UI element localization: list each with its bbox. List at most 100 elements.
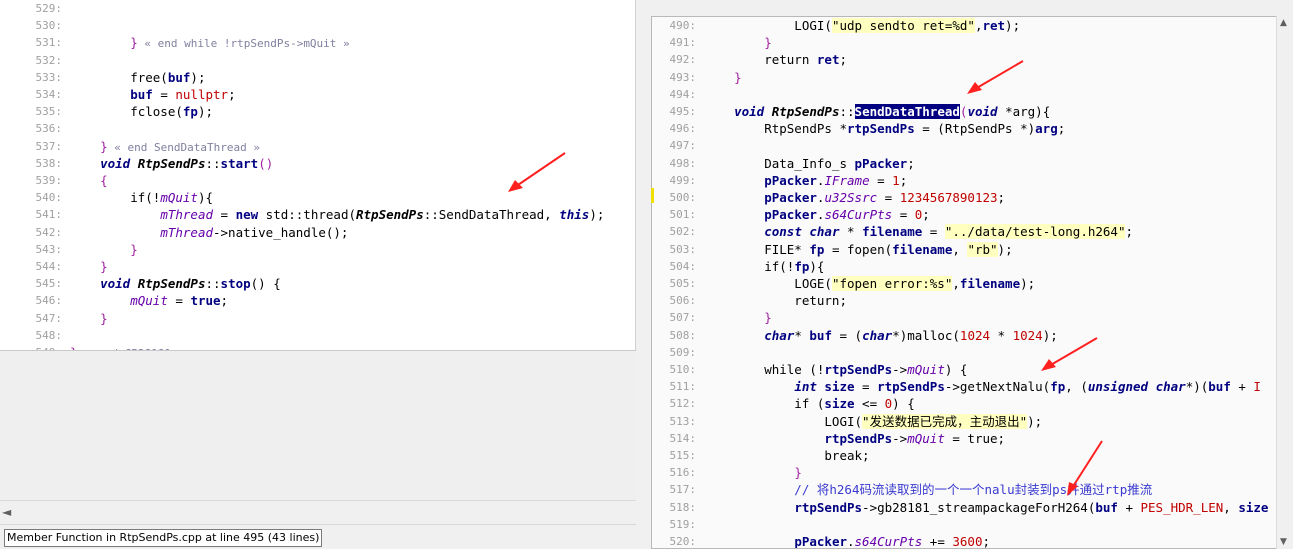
code-text: void RtpSendPs::SendDataThread(void *arg… bbox=[704, 103, 1050, 120]
code-line[interactable]: 490: LOGI("udp sendto ret=%d",ret); bbox=[652, 17, 1278, 34]
code-token: <= bbox=[854, 396, 885, 412]
code-line[interactable]: 546: mQuit = true; bbox=[0, 292, 635, 309]
code-line[interactable]: 544: } bbox=[0, 258, 635, 275]
code-token: = bbox=[869, 172, 893, 188]
code-line[interactable]: 536: bbox=[0, 120, 635, 137]
code-line[interactable]: 506: return; bbox=[652, 292, 1278, 309]
code-line[interactable]: 529: bbox=[0, 0, 635, 17]
code-line[interactable]: 515: break; bbox=[652, 447, 1278, 464]
code-line[interactable]: 531: } « end while !rtpSendPs->mQuit » bbox=[0, 34, 635, 52]
code-line[interactable]: 517: // 将h264码流读取到的一个一个nalu封装到ps并通过rtp推流 bbox=[652, 481, 1278, 498]
line-number: 536: bbox=[35, 122, 63, 136]
code-line[interactable]: 532: bbox=[0, 52, 635, 69]
code-token: ); bbox=[589, 207, 605, 223]
code-line[interactable]: 540: if(!mQuit){ bbox=[0, 189, 635, 206]
vertical-scrollbar[interactable]: ▲ ▼ bbox=[1276, 16, 1293, 549]
code-line[interactable]: 498: Data_Info_s pPacker; bbox=[652, 155, 1278, 172]
code-text: void RtpSendPs::stop() { bbox=[70, 275, 281, 292]
code-token: ::SendDataThread, bbox=[423, 207, 560, 223]
code-line[interactable]: 496: RtpSendPs *rtpSendPs = (RtpSendPs *… bbox=[652, 120, 1278, 137]
code-token: this bbox=[559, 207, 590, 223]
code-line[interactable]: 513: LOGI("发送数据已完成，主动退出"); bbox=[652, 413, 1278, 430]
code-token: "rb" bbox=[967, 241, 998, 257]
code-line[interactable]: 505: LOGE("fopen error:%s",filename); bbox=[652, 275, 1278, 292]
line-number: 491: bbox=[669, 36, 697, 50]
code-token: if(! bbox=[70, 190, 161, 206]
code-line[interactable]: 508: char* buf = (char*)malloc(1024 * 10… bbox=[652, 327, 1278, 344]
code-line[interactable]: 504: if(!fp){ bbox=[652, 258, 1278, 275]
code-token: = bbox=[877, 190, 900, 205]
code-line[interactable]: 493: } bbox=[652, 69, 1278, 86]
scroll-down-icon[interactable]: ▼ bbox=[1280, 537, 1287, 547]
code-text: const char * filename = "../data/test-lo… bbox=[704, 223, 1133, 240]
code-line[interactable]: 533: free(buf); bbox=[0, 69, 635, 86]
line-number: 518: bbox=[669, 500, 697, 514]
code-text: // 将h264码流读取到的一个一个nalu封装到ps并通过rtp推流 bbox=[704, 481, 1152, 498]
code-token: , bbox=[952, 241, 968, 257]
code-line[interactable]: 507: } bbox=[652, 309, 1278, 326]
code-token: Data_Info_s bbox=[704, 155, 855, 171]
code-line[interactable]: 499: pPacker.IFrame = 1; bbox=[652, 172, 1278, 189]
code-line[interactable]: 518: rtpSendPs->gb28181_streampackageFor… bbox=[652, 499, 1278, 516]
code-line[interactable]: 545: void RtpSendPs::stop() { bbox=[0, 275, 635, 292]
code-line[interactable]: 519: bbox=[652, 516, 1278, 533]
code-line[interactable]: 494: bbox=[652, 86, 1278, 103]
code-token: if ( bbox=[704, 396, 825, 412]
code-line[interactable]: 495: void RtpSendPs::SendDataThread(void… bbox=[652, 103, 1278, 120]
code-line[interactable]: 491: } bbox=[652, 34, 1278, 51]
code-line[interactable]: 501: pPacker.s64CurPts = 0; bbox=[652, 206, 1278, 223]
code-text: } « end while !rtpSendPs->mQuit » bbox=[70, 34, 349, 52]
left-code-editor[interactable]: 529: 530: 531: } « end while !rtpSendPs->m… bbox=[0, 0, 636, 350]
code-line[interactable]: 538: void RtpSendPs::start() bbox=[0, 155, 635, 172]
code-token: fp bbox=[794, 258, 810, 274]
code-token: () bbox=[258, 155, 274, 171]
code-line[interactable]: 512: if (size <= 0) { bbox=[652, 395, 1278, 412]
code-line[interactable]: 510: while (!rtpSendPs->mQuit) { bbox=[652, 361, 1278, 378]
code-token: ); bbox=[1005, 18, 1021, 33]
line-number: 537: bbox=[35, 139, 63, 153]
code-line[interactable]: 543: } bbox=[0, 241, 635, 258]
code-token: = bbox=[922, 224, 945, 240]
line-number: 497: bbox=[669, 139, 697, 153]
code-line[interactable]: 509: bbox=[652, 344, 1278, 361]
code-line[interactable]: 539: { bbox=[0, 172, 635, 189]
code-line[interactable]: 514: rtpSendPs->mQuit = true; bbox=[652, 430, 1278, 447]
code-line[interactable]: 516: } bbox=[652, 464, 1278, 481]
code-token: filename bbox=[862, 224, 923, 240]
code-line[interactable]: 503: FILE* fp = fopen(filename, "rb"); bbox=[652, 241, 1278, 258]
code-line[interactable]: 500: pPacker.u32Ssrc = 1234567890123; bbox=[652, 189, 1278, 206]
code-token: std::thread( bbox=[258, 207, 356, 223]
code-line[interactable]: 511: int size = rtpSendPs->getNextNalu(f… bbox=[652, 378, 1278, 395]
code-line[interactable]: 537: } « end SendDataThread » bbox=[0, 138, 635, 155]
code-line[interactable]: 541: mThread = new std::thread(RtpSendPs… bbox=[0, 206, 635, 223]
code-text: void RtpSendPs::start() bbox=[70, 155, 273, 172]
code-line[interactable]: 535: fclose(fp); bbox=[0, 103, 635, 120]
code-line[interactable]: 530: bbox=[0, 17, 635, 34]
code-line[interactable]: 497: bbox=[652, 137, 1278, 154]
code-line[interactable]: 492: return ret; bbox=[652, 51, 1278, 68]
code-line[interactable]: 534: buf = nullptr; bbox=[0, 86, 635, 103]
code-token: , bbox=[952, 276, 960, 291]
horizontal-scrollbar[interactable]: ◄ bbox=[0, 500, 636, 524]
code-token: . bbox=[847, 534, 855, 549]
right-code-editor[interactable]: 490: LOGI("udp sendto ret=%d",ret); 491: … bbox=[651, 16, 1279, 549]
code-text: LOGI("发送数据已完成，主动退出"); bbox=[704, 413, 1042, 430]
code-line[interactable]: 547: } bbox=[0, 310, 635, 327]
code-line[interactable]: 520: pPacker.s64CurPts += 3600; bbox=[652, 533, 1278, 549]
code-line[interactable]: 548: bbox=[0, 327, 635, 344]
code-line[interactable]: 542: mThread->native_handle(); bbox=[0, 224, 635, 241]
code-token: ){ bbox=[809, 258, 825, 274]
scroll-up-icon[interactable]: ▲ bbox=[1280, 18, 1287, 28]
code-token: () { bbox=[250, 276, 281, 292]
scroll-left-icon[interactable]: ◄ bbox=[2, 505, 16, 519]
code-text: free(buf); bbox=[70, 69, 205, 86]
code-line[interactable]: 502: const char * filename = "../data/te… bbox=[652, 223, 1278, 240]
